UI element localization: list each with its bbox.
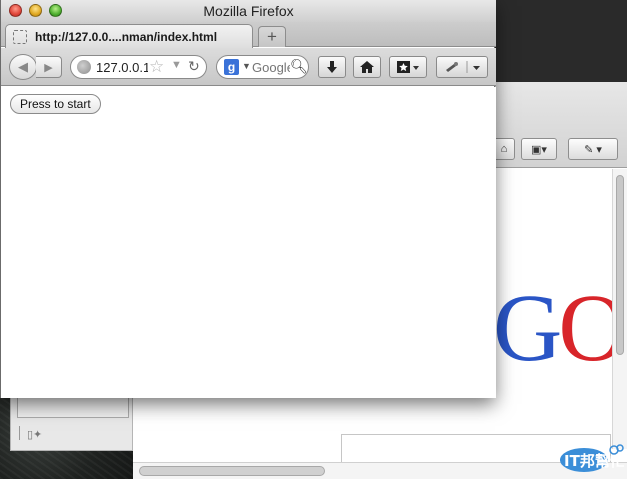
background-panel-divider <box>19 426 20 440</box>
reload-icon[interactable]: ↻ <box>188 58 200 75</box>
tab-label: http://127.0.0....nman/index.html <box>35 30 218 44</box>
google-engine-icon[interactable]: g <box>224 59 239 75</box>
home-icon <box>360 61 374 73</box>
forward-arrow-icon: ▶ <box>44 61 53 74</box>
bookmarks-menu-button[interactable] <box>389 56 427 78</box>
background-bookmarks-icon: ▣▾ <box>521 138 557 160</box>
background-horizontal-scrollbar <box>133 462 627 479</box>
background-home-icon: ⌂ <box>493 138 515 160</box>
new-tab-button[interactable]: + <box>258 26 286 47</box>
background-addon-icon: ✎ ▾ <box>568 138 618 160</box>
search-bar[interactable]: g ▼ 🔍︎ <box>216 55 309 79</box>
home-button[interactable] <box>353 56 381 78</box>
url-history-dropdown-icon[interactable]: ▼ <box>171 59 182 71</box>
url-text[interactable]: 127.0.0.1 <box>96 60 148 75</box>
download-arrow-icon <box>327 61 337 73</box>
background-vertical-scrollbar <box>612 169 627 449</box>
title-bar[interactable]: Mozilla Firefox <box>1 0 496 22</box>
downloads-button[interactable] <box>318 56 346 78</box>
page-favicon-icon <box>13 30 27 44</box>
background-panel: ▯✦ <box>10 395 133 451</box>
press-to-start-button[interactable]: Press to start <box>10 94 101 114</box>
addon-menu-button[interactable] <box>436 56 488 78</box>
watermark-text: IT邦幫忙 <box>564 452 624 470</box>
firefox-window: Mozilla Firefox http://127.0.0....nman/i… <box>0 0 496 398</box>
background-panel-field <box>17 396 129 418</box>
background-scroll-hthumb <box>139 466 325 476</box>
bookmarks-star-icon <box>397 61 419 73</box>
google-logo-fragment: GO <box>493 280 627 376</box>
search-magnifier-icon[interactable]: 🔍︎ <box>290 58 308 75</box>
background-scroll-thumb <box>616 175 624 355</box>
navigation-toolbar: ◀ ▶ 127.0.0.1 ☆ ▼ ↻ g ▼ 🔍︎ <box>1 48 496 86</box>
logo-letter-g: G <box>493 274 562 381</box>
ithome-watermark-logo: IT邦幫忙 <box>560 444 624 472</box>
search-engine-dropdown-icon[interactable]: ▼ <box>242 61 251 71</box>
back-button[interactable]: ◀ <box>9 54 37 80</box>
url-bar[interactable]: 127.0.0.1 ☆ ▼ ↻ <box>70 55 207 79</box>
forward-button[interactable]: ▶ <box>36 56 62 78</box>
back-arrow-icon: ◀ <box>18 59 28 74</box>
page-content: Press to start <box>1 87 496 398</box>
tab-strip: http://127.0.0....nman/index.html + <box>1 22 496 48</box>
sidebar-add-icon: ▯✦ <box>27 429 43 441</box>
tab-active[interactable]: http://127.0.0....nman/index.html <box>5 24 253 48</box>
bookmark-star-icon[interactable]: ☆ <box>149 57 164 77</box>
search-input[interactable] <box>252 60 290 75</box>
addon-bug-icon <box>446 61 480 73</box>
window-title: Mozilla Firefox <box>203 3 294 19</box>
site-identity-globe-icon[interactable] <box>77 60 91 74</box>
